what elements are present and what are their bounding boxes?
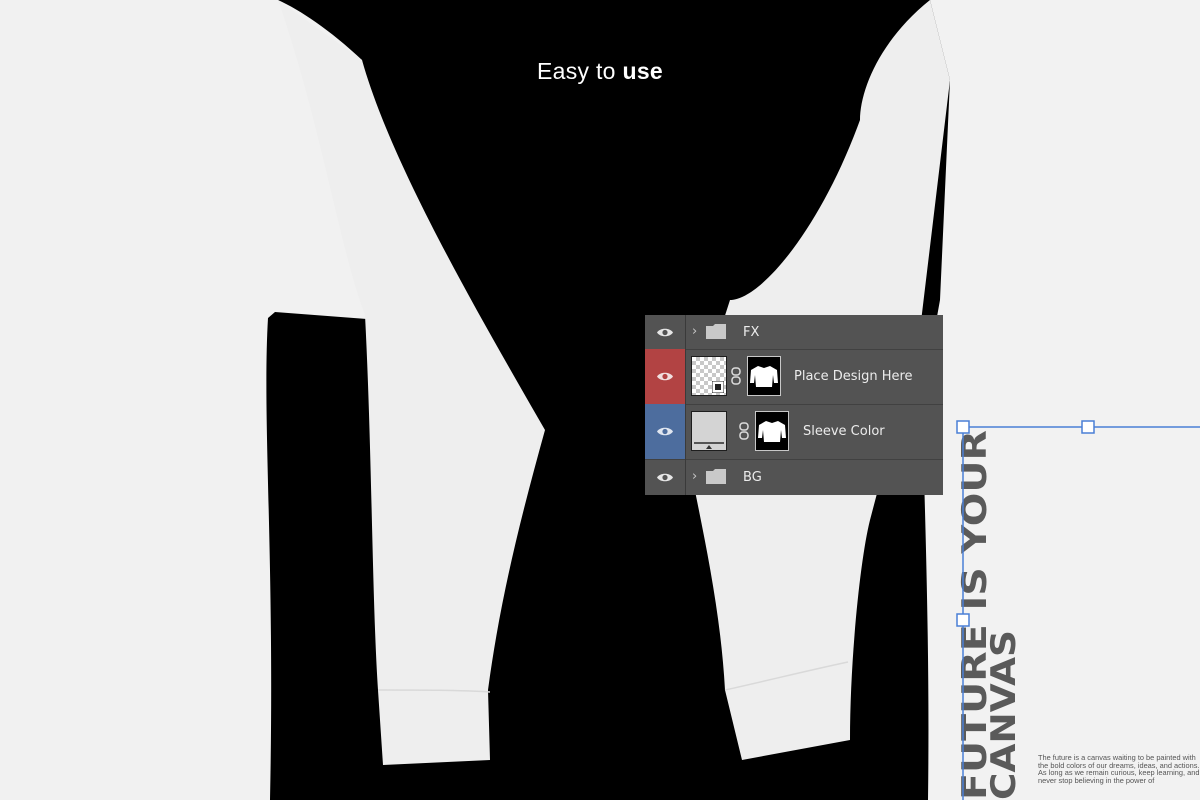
- headline: Easy to use: [0, 58, 1200, 85]
- fill-slider-icon: [694, 442, 724, 449]
- shirt-mask-icon: [758, 421, 786, 442]
- layer-name: Place Design Here: [794, 369, 913, 384]
- link-icon[interactable]: [731, 367, 741, 385]
- visibility-toggle[interactable]: [645, 404, 686, 459]
- link-icon[interactable]: [739, 422, 749, 440]
- eye-icon: [657, 473, 673, 482]
- smart-object-thumbnail[interactable]: [691, 356, 727, 396]
- layer-mask-thumbnail[interactable]: [755, 411, 789, 451]
- layer-mask-thumbnail[interactable]: [747, 356, 781, 396]
- layer-name: FX: [743, 325, 760, 340]
- fill-layer-thumbnail[interactable]: [691, 411, 727, 451]
- design-body-text: The future is a canvas waiting to be pai…: [1038, 753, 1200, 785]
- eye-icon: [657, 328, 673, 337]
- headline-text: Easy to: [536, 58, 616, 84]
- layer-row-place-design[interactable]: Place Design Here: [645, 349, 943, 405]
- visibility-toggle[interactable]: [645, 459, 686, 495]
- smart-object-icon: [712, 381, 724, 393]
- chevron-right-icon[interactable]: ›: [692, 324, 697, 339]
- eye-icon: [657, 427, 673, 436]
- layer-row-fx[interactable]: › FX: [645, 315, 943, 350]
- design-vertical-text: FUTURE IS YOUR CANVAS: [960, 430, 1020, 800]
- visibility-toggle[interactable]: [645, 349, 686, 404]
- layer-row-bg[interactable]: › BG: [645, 459, 943, 495]
- chevron-right-icon[interactable]: ›: [692, 469, 697, 484]
- layer-row-sleeve-color[interactable]: Sleeve Color: [645, 404, 943, 460]
- folder-icon: [706, 324, 726, 339]
- layer-name: Sleeve Color: [803, 424, 885, 439]
- shirt-mask-icon: [750, 366, 778, 387]
- design-line-2: CANVAS: [984, 630, 1020, 800]
- mockup-scene: [0, 0, 1200, 800]
- layers-panel[interactable]: › FX Place Design Here Sleeve Color › BG: [645, 315, 943, 495]
- layer-name: BG: [743, 470, 762, 485]
- eye-icon: [657, 372, 673, 381]
- headline-bold: use: [622, 58, 664, 84]
- visibility-toggle[interactable]: [645, 315, 686, 349]
- folder-icon: [706, 469, 726, 484]
